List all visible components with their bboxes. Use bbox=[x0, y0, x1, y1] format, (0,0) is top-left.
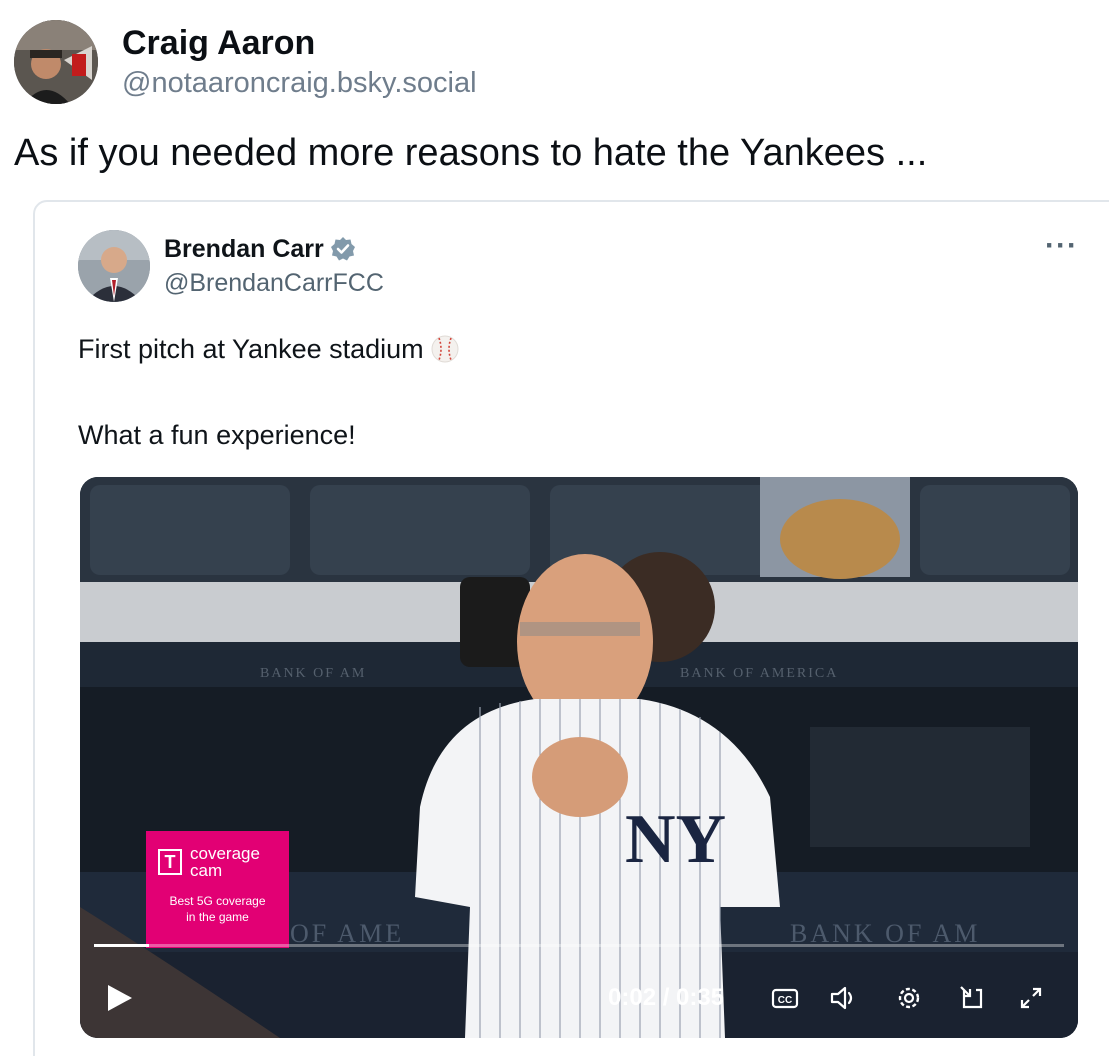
author-name[interactable]: Craig Aaron bbox=[122, 22, 477, 64]
promo-brand-line2: cam bbox=[190, 861, 223, 880]
post-text: As if you needed more reasons to hate th… bbox=[14, 132, 928, 174]
promo-tagline-line1: Best 5G coverage bbox=[169, 894, 266, 908]
baseball-icon bbox=[431, 335, 459, 363]
volume-icon[interactable] bbox=[828, 983, 858, 1013]
verified-badge-icon bbox=[330, 237, 355, 261]
promo-tagline-line2: in the game bbox=[186, 910, 249, 924]
video-player[interactable]: BANK OF AM BANK OF AMERICA OF AME BANK O… bbox=[80, 477, 1078, 1038]
captions-icon[interactable]: CC bbox=[770, 983, 800, 1013]
banner-text-right: BANK OF AMERICA bbox=[680, 666, 838, 681]
quoted-avatar-image bbox=[78, 230, 150, 302]
quoted-text-line2: What a fun experience! bbox=[78, 420, 356, 450]
play-icon[interactable] bbox=[106, 983, 134, 1013]
t-mobile-logo: T bbox=[158, 849, 182, 875]
svg-text:CC: CC bbox=[778, 995, 792, 1006]
more-options-icon[interactable]: ··· bbox=[1045, 231, 1078, 261]
video-progress-fill bbox=[94, 944, 150, 947]
quoted-author-name[interactable]: Brendan Carr bbox=[164, 232, 324, 266]
settings-icon[interactable] bbox=[894, 983, 924, 1013]
quoted-author-handle[interactable]: @BrendanCarrFCC bbox=[164, 266, 384, 300]
post-header: Craig Aaron @notaaroncraig.bsky.social bbox=[14, 20, 477, 104]
coverage-cam-promo: T coverage cam Best 5G coverage in the g… bbox=[146, 831, 289, 948]
promo-tagline: Best 5G coverage in the game bbox=[146, 893, 289, 925]
pip-icon[interactable] bbox=[956, 983, 986, 1013]
quoted-avatar[interactable] bbox=[78, 230, 150, 302]
ny-logo: NY bbox=[625, 801, 726, 878]
quoted-header: Brendan Carr @BrendanCarrFCC bbox=[78, 230, 384, 302]
fullscreen-icon[interactable] bbox=[1016, 983, 1046, 1013]
video-frame: BANK OF AM BANK OF AMERICA OF AME BANK O… bbox=[80, 477, 1078, 1038]
banner-text-left: BANK OF AM bbox=[260, 666, 366, 681]
quoted-text-line1: First pitch at Yankee stadium bbox=[78, 332, 460, 366]
author-avatar-image bbox=[14, 20, 98, 104]
video-time: 0:02 / 0:35 bbox=[608, 984, 725, 1011]
author-handle[interactable]: @notaaroncraig.bsky.social bbox=[122, 64, 477, 102]
video-controls: 0:02 / 0:35 CC bbox=[80, 975, 1078, 1021]
video-progress-bar[interactable] bbox=[94, 944, 1064, 947]
promo-brand: coverage cam bbox=[190, 845, 260, 879]
author-avatar[interactable] bbox=[14, 20, 98, 104]
promo-brand-line1: coverage bbox=[190, 844, 260, 863]
quoted-text-first: First pitch at Yankee stadium bbox=[78, 334, 424, 364]
